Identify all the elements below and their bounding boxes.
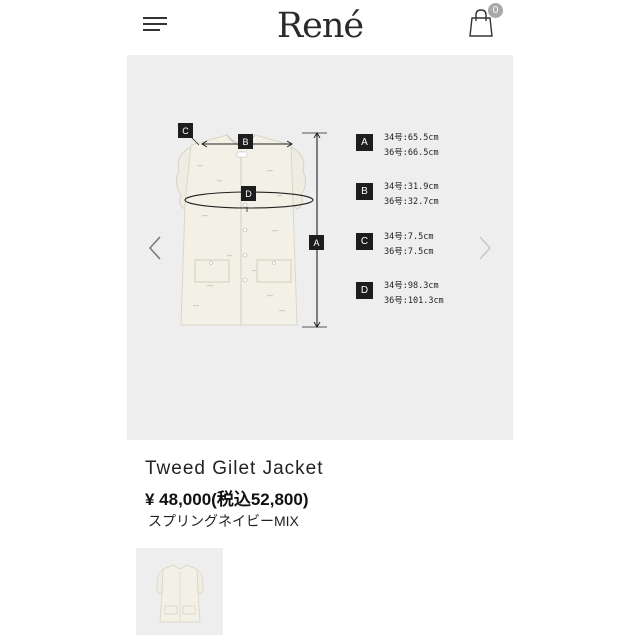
measurement-d-key: D (356, 282, 373, 299)
diagram-label-a: A (313, 238, 319, 248)
gilet-thumbnail-image (156, 564, 204, 623)
diagram-label-d: D (245, 189, 252, 199)
gilet-body (180, 134, 298, 326)
measurement-d-size36: 36号:101.3cm (384, 296, 444, 306)
measurement-c-size36: 36号:7.5cm (384, 247, 434, 257)
measurement-c-key: C (356, 233, 373, 250)
product-image-gallery[interactable]: C B D A A 34号:65.5cm 36号:66.5cm B 34号:31… (127, 55, 513, 440)
site-logo[interactable]: René (0, 6, 640, 46)
site-header: René 0 (0, 0, 640, 52)
product-price: ¥ 48,000(税込52,800) (145, 490, 309, 509)
measurement-a-key: A (356, 134, 373, 151)
measurement-b-size34: 34号:31.9cm (384, 182, 439, 192)
measurement-a-size34: 34号:65.5cm (384, 133, 439, 143)
measurement-c-size34: 34号:7.5cm (384, 232, 434, 242)
product-name: Tweed Gilet Jacket (145, 458, 324, 479)
measurement-a-size36: 36号:66.5cm (384, 148, 439, 158)
measurement-d-size34: 34号:98.3cm (384, 281, 439, 291)
cart-count-badge: 0 (488, 3, 503, 18)
product-color-name: スプリングネイビーMIX (148, 513, 299, 529)
measurement-b-key: B (356, 183, 373, 200)
diagram-label-c: C (182, 126, 189, 136)
cart-button[interactable]: 0 (468, 3, 503, 40)
diagram-label-b: B (242, 137, 248, 147)
size-diagram: C B D A (175, 123, 327, 328)
color-swatch-thumbnail[interactable] (136, 548, 223, 635)
measurement-b-size36: 36号:32.7cm (384, 197, 439, 207)
